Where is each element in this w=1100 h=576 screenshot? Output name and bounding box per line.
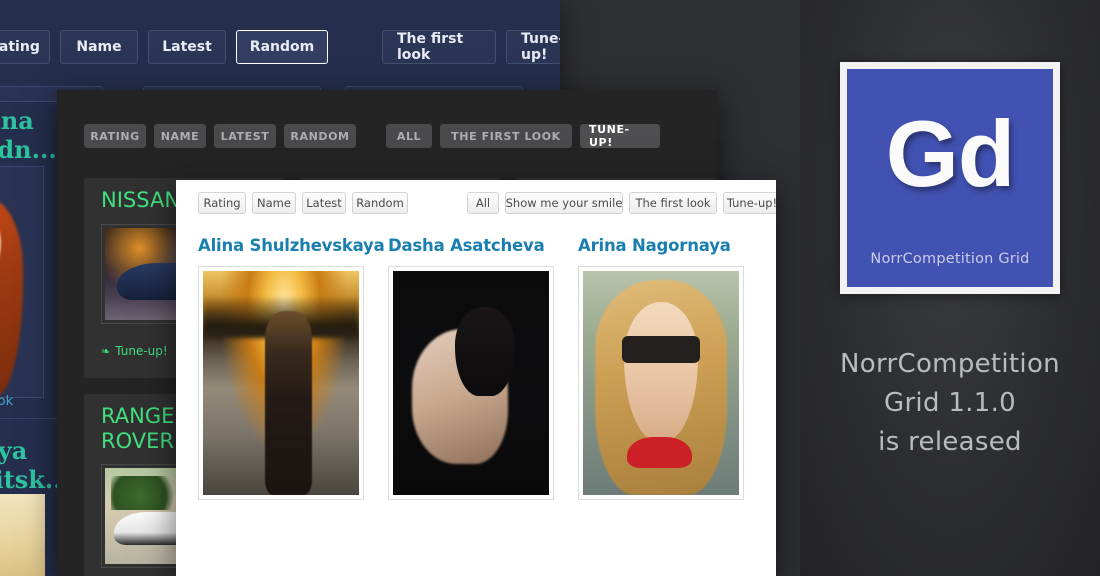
dark-sort-latest-label: LATEST <box>220 129 270 143</box>
blue-filter-tune-up[interactable]: Tune-up! <box>506 30 560 64</box>
light-filter-all[interactable]: All <box>467 192 499 214</box>
dark-sort-rating[interactable]: RATING <box>84 124 146 148</box>
blue-sort-random[interactable]: Random <box>236 30 328 64</box>
light-entry-photo[interactable] <box>388 266 554 500</box>
light-entry-name[interactable]: Dasha Asatcheva <box>388 236 545 255</box>
dark-sort-name-label: NAME <box>160 129 200 143</box>
blue-button-bar: Rating Name Latest Random The first look… <box>0 30 560 64</box>
dark-filter-tune-up-label: TUNE-UP! <box>589 123 630 149</box>
blue-sort-random-label: Random <box>249 39 315 55</box>
blue-filter-tune-up-label: Tune-up! <box>521 31 560 63</box>
alina-photo <box>203 271 359 495</box>
dark-sort-rating-label: RATING <box>90 129 140 143</box>
blue-sort-latest-label: Latest <box>162 39 212 55</box>
light-sort-latest-label: Latest <box>306 196 342 210</box>
blue-filter-first-look-label: The first look <box>397 31 464 63</box>
light-filter-first-look[interactable]: The first look <box>629 192 717 214</box>
promo-panel: Gd NorrCompetition Grid NorrCompetition … <box>800 0 1100 576</box>
dark-filter-first-look-label: THE FIRST LOOK <box>451 129 561 143</box>
dark-sort-latest[interactable]: LATEST <box>214 124 276 148</box>
product-logo: Gd NorrCompetition Grid <box>840 62 1060 294</box>
sunglasses-detail <box>622 335 700 363</box>
light-button-bar: Rating Name Latest Random All Show me yo… <box>176 192 776 214</box>
tag-icon: ❧ <box>101 344 111 358</box>
blue-entry-photo[interactable] <box>0 166 44 398</box>
logo-caption: NorrCompetition Grid <box>870 251 1030 267</box>
dark-sort-name[interactable]: NAME <box>154 124 206 148</box>
light-entry-photo[interactable] <box>578 266 744 500</box>
dark-filter-all-label: ALL <box>396 129 422 143</box>
dasha-photo <box>393 271 549 495</box>
light-sort-rating-label: Rating <box>203 196 241 210</box>
blue-filter-first-look[interactable]: The first look <box>382 30 496 64</box>
light-theme-panel: Rating Name Latest Random All Show me yo… <box>176 180 776 576</box>
blue-entry-photo[interactable] <box>0 494 45 576</box>
dark-entry-tag[interactable]: ❧ Tune-up! <box>101 344 168 358</box>
light-sort-random-label: Random <box>356 196 404 210</box>
light-filter-tune-up-label: Tune-up! <box>726 196 776 210</box>
blue-sort-rating[interactable]: Rating <box>0 30 50 64</box>
light-sort-name[interactable]: Name <box>252 192 296 214</box>
light-filter-smile[interactable]: Show me your smile <box>505 192 623 214</box>
dark-button-bar: RATING NAME LATEST RANDOM ALL THE FIRST … <box>57 123 717 149</box>
light-filter-all-label: All <box>475 196 491 210</box>
promo-headline: NorrCompetition Grid 1.1.0 is released <box>840 349 1060 457</box>
light-sort-name-label: Name <box>257 196 291 210</box>
red-scarf-detail <box>626 436 693 469</box>
light-entry-photo[interactable] <box>198 266 364 500</box>
dark-entry-title: RANGE ROVER <box>101 404 175 453</box>
light-sort-random[interactable]: Random <box>352 192 408 214</box>
dark-filter-first-look[interactable]: THE FIRST LOOK <box>440 124 572 148</box>
blue-entry-name: ...tiana ...padn... <box>0 106 57 164</box>
dark-sort-random[interactable]: RANDOM <box>284 124 356 148</box>
screenshot-stage: Rating Name Latest Random The first look… <box>0 0 1100 576</box>
dark-sort-random-label: RANDOM <box>290 129 350 143</box>
blue-sort-name[interactable]: Name <box>60 30 138 64</box>
light-sort-rating[interactable]: Rating <box>198 192 246 214</box>
blue-entry-tag[interactable]: ...e first look <box>0 394 13 409</box>
light-entry-name[interactable]: Alina Shulzhevskaya <box>198 236 385 255</box>
blue-sort-latest[interactable]: Latest <box>148 30 226 64</box>
dark-filter-tune-up[interactable]: TUNE-UP! <box>580 123 660 149</box>
dark-filter-all[interactable]: ALL <box>386 124 432 148</box>
light-filter-smile-label: Show me your smile <box>505 196 623 210</box>
light-sort-latest[interactable]: Latest <box>302 192 346 214</box>
light-filter-first-look-label: The first look <box>635 196 711 210</box>
arina-photo <box>583 271 739 495</box>
light-entry-name[interactable]: Arina Nagornaya <box>578 236 731 255</box>
light-filter-tune-up[interactable]: Tune-up! <box>723 192 776 214</box>
logo-tile: Gd NorrCompetition Grid <box>847 69 1053 287</box>
dark-entry-tag-label: Tune-up! <box>115 344 168 358</box>
logo-letters: Gd <box>885 101 1016 206</box>
blue-sort-rating-label: Rating <box>0 39 40 55</box>
blue-sort-name-label: Name <box>76 39 122 55</box>
